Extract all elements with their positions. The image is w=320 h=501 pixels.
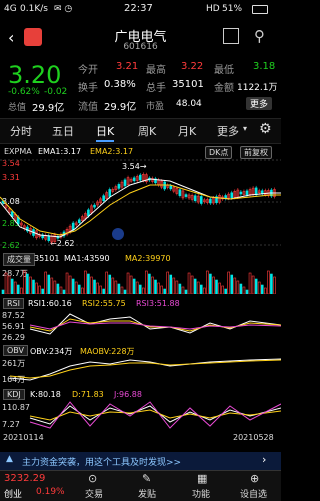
tab-monthly-k[interactable]: 月K	[178, 123, 196, 139]
turnover-value: 0.38%	[104, 79, 136, 90]
news-banner[interactable]: ▲ 主力资金突袭，用这个工具及时发现>> ›	[0, 452, 281, 470]
volume-value: 35101	[172, 79, 204, 90]
share-icon[interactable]	[223, 28, 239, 44]
search-icon[interactable]: ⚲	[254, 27, 265, 45]
low-value: 3.18	[253, 61, 276, 72]
signal-label: 4G	[4, 4, 17, 14]
volume-ma2: MA2:39970	[125, 254, 171, 263]
amount-label: 金额	[214, 83, 234, 94]
mcap-value: 29.9亿	[32, 103, 65, 114]
high-label: 最高	[146, 65, 166, 76]
wifi-icon: ✉ ◷	[54, 4, 73, 14]
nav-post[interactable]: 发贴	[138, 487, 156, 500]
open-label: 今开	[78, 65, 98, 76]
clock: 22:37	[124, 3, 153, 14]
tab-weekly-k[interactable]: 周K	[138, 123, 156, 139]
tab-more[interactable]: 更多	[217, 123, 239, 139]
change-amount: -0.02	[44, 87, 68, 97]
bottom-nav: 3232.29 创业 0.19% ⊙ 交易 ✎ 发贴 ▦ 功能 ⊕ 设自选	[0, 470, 281, 501]
hd-label: HD	[206, 4, 220, 14]
current-price: 3.20	[8, 61, 62, 89]
candlestick-chart[interactable]	[0, 157, 281, 249]
high-value: 3.22	[181, 61, 204, 72]
float-label: 流值	[78, 102, 98, 113]
pe-label: 市盈	[146, 102, 165, 112]
post-icon[interactable]: ✎	[142, 472, 151, 485]
kdj-j: J:96.88	[114, 390, 142, 399]
kdj-d: D:71.83	[72, 390, 104, 399]
period-tabs: 分时 五日 日K 周K 月K 更多 ▾ ⚙	[0, 118, 281, 144]
low-label: 最低	[214, 65, 234, 76]
crosshair-icon[interactable]	[112, 228, 124, 240]
rsi-indicator-button[interactable]: RSI	[3, 298, 24, 309]
turnover-label: 换手	[78, 83, 98, 94]
tab-intraday[interactable]: 分时	[10, 123, 32, 139]
trade-icon[interactable]: ⊙	[88, 472, 97, 485]
amount-value: 1122.1万	[237, 83, 278, 93]
volume-current: 35101	[34, 254, 60, 263]
volume-chart	[1, 270, 276, 294]
nav-add-watchlist[interactable]: 设自选	[240, 487, 267, 500]
quote-panel: 3.20 -0.62% -0.02 总值 29.9亿 今开 3.21 最高 3.…	[0, 57, 281, 117]
tab-five-day[interactable]: 五日	[52, 123, 74, 139]
index-name: 创业	[4, 490, 23, 500]
volume-ma1: MA1:43590	[64, 254, 110, 263]
obv-chart	[9, 358, 281, 381]
rsi3-value: RSI3:51.88	[136, 299, 180, 308]
chevron-right-icon[interactable]: ›	[262, 453, 266, 466]
trend-icon: ▲	[6, 454, 13, 464]
stock-header: ‹ 广电电气 601616 ⚲	[0, 22, 281, 57]
ema1-value: EMA1:3.17	[38, 147, 82, 156]
kdj-indicator-button[interactable]: KDJ	[3, 389, 25, 400]
function-icon[interactable]: ▦	[197, 472, 207, 485]
index-value[interactable]: 3232.29	[4, 473, 45, 484]
kdj-chart	[29, 401, 281, 429]
ema2-value: EMA2:3.17	[90, 147, 134, 156]
volume-label: 总手	[146, 83, 166, 94]
tab-daily-k[interactable]: 日K	[96, 123, 115, 142]
add-watchlist-icon[interactable]: ⊕	[250, 472, 259, 485]
status-bar: 4G 0.1K/s ✉ ◷ 22:37 HD 51%	[0, 0, 281, 22]
change-pct: -0.62%	[8, 87, 40, 97]
network-speed: 0.1K/s	[20, 4, 48, 14]
battery-icon	[252, 5, 268, 14]
mcap-label: 总值	[8, 103, 27, 113]
rsi2-value: RSI2:55.75	[82, 299, 126, 308]
open-value: 3.21	[116, 61, 139, 72]
kdj-k: K:80.18	[30, 390, 61, 399]
index-change: 0.19%	[36, 487, 65, 497]
rsi1-value: RSI1:60.16	[28, 299, 72, 308]
more-button[interactable]: 更多	[246, 97, 273, 110]
chevron-down-icon: ▾	[243, 124, 248, 133]
obv-indicator-button[interactable]: OBV	[3, 345, 29, 356]
date-start: 20210114	[3, 433, 44, 442]
nav-function[interactable]: 功能	[192, 487, 210, 500]
nav-trade[interactable]: 交易	[85, 487, 103, 500]
gear-icon[interactable]: ⚙	[259, 121, 272, 137]
date-end: 20210528	[233, 433, 274, 442]
news-text[interactable]: 主力资金突袭，用这个工具及时发现>>	[22, 455, 181, 468]
ema1-line	[0, 178, 281, 238]
rsi-chart	[29, 313, 281, 335]
battery-percent: 51%	[222, 4, 243, 14]
pe-value: 48.04	[176, 99, 202, 109]
float-value: 29.9亿	[104, 102, 137, 113]
ema-title: EXPMA	[4, 147, 32, 156]
